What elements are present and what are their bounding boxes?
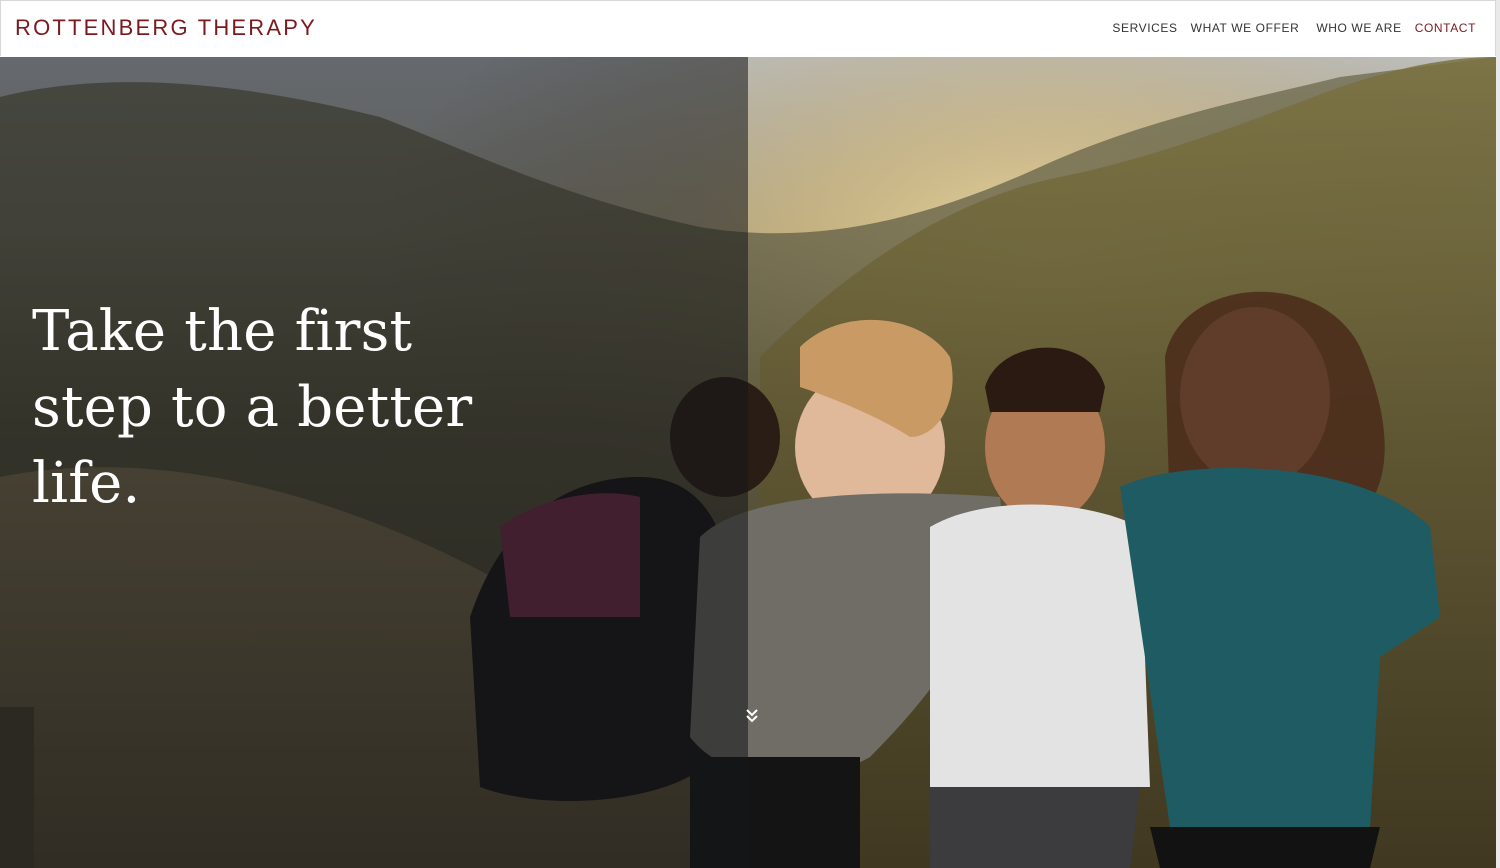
hero-title: Take the first step to a better life. — [32, 299, 473, 516]
site-logo[interactable]: ROTTENBERG THERAPY — [15, 15, 317, 41]
nav-services[interactable]: SERVICES — [1112, 21, 1177, 35]
double-chevron-down-icon[interactable] — [744, 707, 760, 725]
scrollbar-track — [1496, 0, 1500, 868]
site-header: ROTTENBERG THERAPY SERVICES WHAT WE OFFE… — [0, 0, 1496, 56]
main-nav: SERVICES WHAT WE OFFER WHO WE ARE CONTAC… — [1099, 21, 1476, 35]
nav-what-we-offer[interactable]: WHAT WE OFFER — [1191, 21, 1300, 35]
nav-contact[interactable]: CONTACT — [1415, 21, 1476, 35]
nav-who-we-are[interactable]: WHO WE ARE — [1316, 21, 1401, 35]
hero-section: Take the first step to a better life. — [0, 57, 1496, 868]
page: ROTTENBERG THERAPY SERVICES WHAT WE OFFE… — [0, 0, 1500, 868]
